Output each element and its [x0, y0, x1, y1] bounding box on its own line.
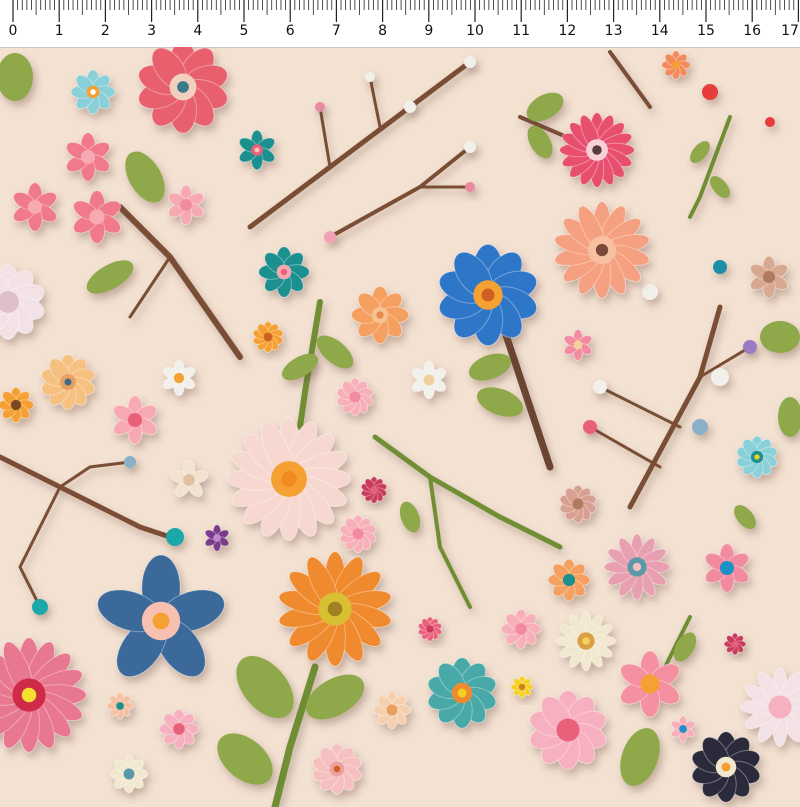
embroidered-flower: [278, 551, 392, 667]
embroidered-flower: [411, 360, 447, 400]
embroidered-flower: [510, 675, 534, 699]
embroidered-flower: [73, 190, 121, 244]
embroidered-flower: [350, 285, 410, 345]
embroidered-flower: [739, 666, 800, 748]
embroidered-flower: [559, 112, 635, 188]
embroidered-flower: [661, 50, 691, 80]
embroidered-flower: [749, 255, 789, 299]
ruler-label: 4: [193, 23, 203, 39]
embroidered-flower: [238, 129, 276, 171]
ruler-label: 3: [147, 23, 157, 39]
embroidered-flowers-illustration: [0, 47, 800, 807]
embroidered-flower: [106, 692, 134, 720]
embroidered-flower: [138, 47, 228, 134]
embroidered-flower: [112, 395, 158, 445]
embroidered-flower: [360, 476, 388, 504]
embroidered-flower: [226, 416, 352, 542]
ruler-label: 16: [743, 23, 762, 39]
ruler-label: 10: [466, 23, 484, 39]
ruler-label: 9: [424, 23, 434, 39]
ruler-label: 5: [239, 23, 249, 39]
ruler-label: 14: [650, 23, 669, 39]
embroidered-flower: [736, 435, 778, 479]
embroidered-flower: [438, 243, 538, 347]
embroidered-flower: [554, 201, 650, 299]
ruler-label: 15: [697, 23, 715, 39]
embroidered-flower: [547, 558, 591, 602]
embroidered-flower: [529, 689, 607, 771]
embroidered-flower: [336, 377, 374, 417]
ruler-label: 12: [558, 23, 577, 39]
embroidered-flower: [0, 386, 35, 424]
measurement-ruler: 0 1 2 3 4 5 6 7 8 9 10 11 12 13 14 15 16 17: [0, 0, 800, 48]
embroidered-flower: [339, 514, 377, 554]
ruler-label: 13: [604, 23, 623, 39]
ruler-label: 0: [8, 23, 18, 39]
floral-fabric-pattern: [0, 47, 800, 807]
ruler-label: 6: [285, 23, 295, 39]
embroidered-flower: [603, 533, 671, 601]
embroidered-flower: [70, 69, 116, 115]
embroidered-flower: [312, 743, 362, 795]
ruler-label: 7: [331, 23, 341, 39]
embroidered-flower: [109, 754, 149, 794]
embroidered-flower: [559, 484, 597, 524]
embroidered-flower: [500, 608, 542, 650]
ruler-label: 1: [54, 23, 64, 39]
flower-group: [0, 47, 800, 803]
ruler-label: 17: [781, 23, 799, 39]
embroidered-flower: [417, 616, 443, 642]
embroidered-flower: [65, 132, 111, 182]
embroidered-flower: [0, 264, 45, 340]
ruler-ticks: [12, 0, 800, 22]
embroidered-flower: [204, 524, 230, 552]
embroidered-flower: [670, 715, 696, 743]
embroidered-flower: [252, 321, 284, 353]
embroidered-flower: [158, 708, 200, 750]
embroidered-flower: [0, 637, 87, 753]
ruler-label: 8: [378, 23, 388, 39]
embroidered-flower: [555, 610, 617, 672]
embroidered-flower: [723, 632, 747, 656]
embroidered-flower: [162, 359, 196, 397]
embroidered-flower: [372, 690, 412, 730]
embroidered-flower: [258, 246, 310, 298]
ruler-label: 11: [512, 23, 531, 39]
embroidered-flower: [97, 554, 225, 678]
embroidered-flower: [169, 459, 209, 498]
embroidered-flower: [563, 329, 593, 361]
bud-group: [32, 56, 775, 615]
embroidered-flower: [12, 182, 58, 232]
embroidered-flower: [167, 184, 205, 226]
embroidered-flower: [427, 657, 497, 729]
ruler-label: 2: [100, 23, 110, 39]
embroidered-flower: [620, 650, 680, 718]
embroidered-flower: [41, 354, 95, 410]
embroidered-flower: [704, 543, 750, 593]
embroidered-flower: [691, 731, 761, 803]
